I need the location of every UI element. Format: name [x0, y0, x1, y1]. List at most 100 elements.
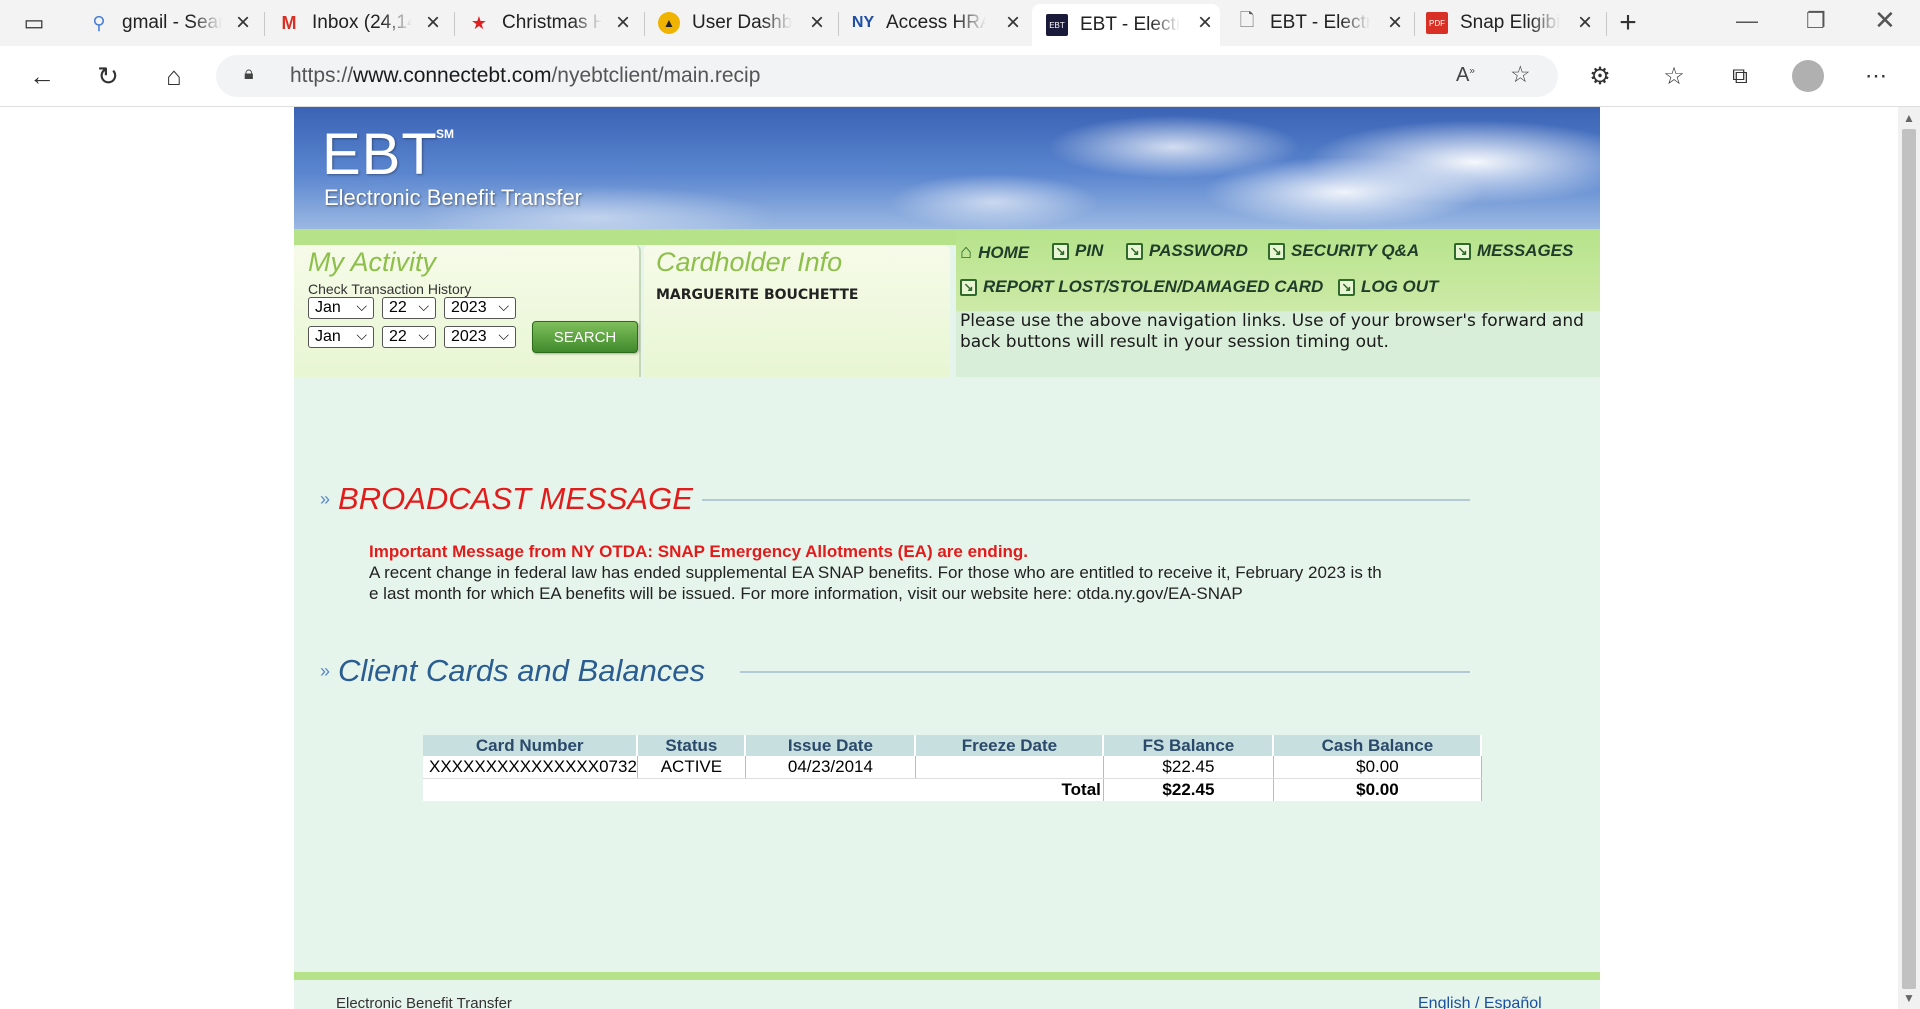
english-link[interactable]: English [1418, 995, 1470, 1009]
to-day-select[interactable]: 22 ⌵ [382, 326, 436, 348]
freeze-date-cell [915, 756, 1104, 779]
section-divider [740, 671, 1470, 673]
chevron-down-icon: ⌵ [498, 327, 509, 343]
arrow-box-icon: ↘ [960, 278, 977, 296]
tab-ebt-active[interactable]: EBT EBT - Electro × [1032, 4, 1220, 46]
close-icon[interactable]: × [810, 11, 824, 35]
add-favorite-icon[interactable]: ☆ [1510, 61, 1531, 88]
nav-home[interactable]: ⌂ HOME [960, 241, 1029, 264]
fs-balance-cell: $22.45 [1103, 756, 1274, 779]
page-icon: 🗋 [1239, 10, 1255, 30]
refresh-button[interactable]: ↻ [90, 58, 126, 94]
back-button[interactable]: ← [24, 58, 60, 94]
url-text[interactable]: https://www.connectebt.com/nyebtclient/m… [290, 64, 760, 88]
collections-icon[interactable]: ⧉ [1722, 58, 1758, 94]
tab-actions-icon[interactable]: ▭ [16, 5, 52, 41]
search-icon: ⚲ [92, 12, 106, 33]
more-options-icon[interactable]: ⋯ [1858, 58, 1894, 94]
close-icon[interactable]: × [1198, 11, 1212, 35]
tab-gmail-search[interactable]: ⚲ gmail - Search × [88, 4, 258, 42]
close-icon[interactable]: × [1006, 11, 1020, 35]
language-links: English / Español [1418, 995, 1542, 1009]
double-chevron-icon: » [320, 488, 331, 509]
nav-security-qa[interactable]: ↘ SECURITY Q&A [1268, 241, 1419, 261]
tab-label: EBT - Electro [1080, 14, 1180, 35]
chevron-down-icon: ⌵ [356, 327, 367, 343]
new-tab-button[interactable]: + [1610, 5, 1646, 41]
restore-icon[interactable]: ❐ [1806, 8, 1826, 34]
dashboard-icon: ▲ [658, 12, 680, 34]
extensions-icon[interactable]: ⚙ [1582, 58, 1618, 94]
my-activity-title: My Activity [308, 247, 436, 277]
read-aloud-icon[interactable]: A» [1456, 64, 1475, 87]
tab-label: Access HRA [886, 12, 986, 33]
col-fs-balance: FS Balance [1103, 735, 1275, 756]
tab-snap-eligibility[interactable]: PDF Snap Eligibi × [1426, 4, 1600, 42]
total-label: Total [423, 778, 1104, 801]
col-cash-balance: Cash Balance [1273, 735, 1483, 756]
col-issue-date: Issue Date [745, 735, 917, 756]
window-close-icon[interactable]: ✕ [1874, 5, 1896, 36]
tab-ebt-second[interactable]: 🗋 EBT - Electro × [1236, 4, 1410, 42]
home-button[interactable]: ⌂ [156, 58, 192, 94]
arrow-box-icon: ↘ [1126, 242, 1143, 260]
col-freeze-date: Freeze Date [915, 735, 1105, 756]
close-icon[interactable]: × [236, 11, 250, 35]
address-bar[interactable]: 🔒︎ https://www.connectebt.com/nyebtclien… [216, 55, 1558, 97]
section-divider [702, 499, 1470, 501]
broadcast-body-line1: A recent change in federal law has ended… [369, 563, 1382, 582]
spanish-link[interactable]: Español [1484, 995, 1542, 1009]
ebt-banner: EBT SM Electronic Benefit Transfer [294, 107, 1600, 229]
cards-section-header: » Client Cards and Balances [320, 653, 705, 689]
nav-password[interactable]: ↘ PASSWORD [1126, 241, 1248, 261]
address-toolbar: ← ↻ ⌂ 🔒︎ https://www.connectebt.com/nyeb… [0, 46, 1920, 107]
from-day-select[interactable]: 22 ⌵ [382, 297, 436, 319]
cardholder-info-panel: Cardholder Info MARGUERITE BOUCHETTE [644, 245, 950, 377]
banner-subtitle: Electronic Benefit Transfer [324, 185, 583, 210]
favorites-icon[interactable]: ☆ [1656, 58, 1692, 94]
scroll-down-icon[interactable]: ▼ [1903, 991, 1915, 1005]
search-button[interactable]: SEARCH [532, 321, 638, 353]
scroll-up-icon[interactable]: ▲ [1903, 111, 1915, 125]
total-fs-balance: $22.45 [1103, 778, 1274, 801]
tab-user-dashboard[interactable]: ▲ User Dashbo × [658, 4, 832, 42]
nav-messages[interactable]: ↘ MESSAGES [1454, 241, 1573, 261]
to-year-select[interactable]: 2023 ⌵ [444, 326, 516, 348]
footer-text: Electronic Benefit Transfer [336, 995, 512, 1009]
close-icon[interactable]: × [426, 11, 440, 35]
scrollbar-thumb[interactable] [1902, 129, 1916, 989]
arrow-box-icon: ↘ [1052, 242, 1069, 260]
tab-divider [264, 12, 265, 36]
col-status: Status [637, 735, 747, 756]
close-icon[interactable]: × [1578, 11, 1592, 35]
minimize-icon[interactable]: — [1736, 8, 1758, 34]
service-mark: SM [436, 127, 454, 141]
main-navigation: ⌂ HOME ↘ PIN ↘ PASSWORD ↘ SECURITY Q&A ↘ MESS… [956, 229, 1600, 377]
close-icon[interactable]: × [616, 11, 630, 35]
nav-pin[interactable]: ↘ PIN [1052, 241, 1103, 261]
tab-divider [838, 12, 839, 36]
lock-icon[interactable]: 🔒︎ [244, 63, 254, 84]
tab-label: User Dashbo [692, 12, 792, 33]
tab-access-hra[interactable]: NY Access HRA × [852, 4, 1028, 42]
total-row: Total $22.45 $0.00 [423, 778, 1482, 801]
profile-avatar[interactable] [1790, 58, 1826, 94]
tab-gmail-inbox[interactable]: M Inbox (24,14 × [278, 4, 448, 42]
close-icon[interactable]: × [1388, 11, 1402, 35]
from-year-select[interactable]: 2023 ⌵ [444, 297, 516, 319]
broadcast-body-line2: e last month for which EA benefits will … [369, 584, 1243, 603]
nav-log-out[interactable]: ↘ LOG OUT [1338, 277, 1438, 297]
to-month-select[interactable]: Jan ⌵ [308, 326, 374, 348]
nav-report-lost-card[interactable]: ↘ REPORT LOST/STOLEN/DAMAGED CARD [960, 277, 1323, 297]
chevron-down-icon: ⌵ [498, 298, 509, 314]
col-card-number: Card Number [423, 735, 639, 756]
table-header-row: Card Number Status Issue Date Freeze Dat… [423, 735, 1483, 756]
cardholder-info-title: Cardholder Info [656, 247, 843, 277]
page-scrollbar[interactable]: ▲ ▼ [1898, 107, 1920, 1009]
cash-balance-cell: $0.00 [1273, 756, 1482, 779]
tab-divider [1414, 12, 1415, 36]
from-month-select[interactable]: Jan ⌵ [308, 297, 374, 319]
tab-christmas[interactable]: ★ Christmas H × [468, 4, 638, 42]
arrow-box-icon: ↘ [1268, 242, 1285, 260]
tab-label: Inbox (24,14 [312, 12, 412, 33]
